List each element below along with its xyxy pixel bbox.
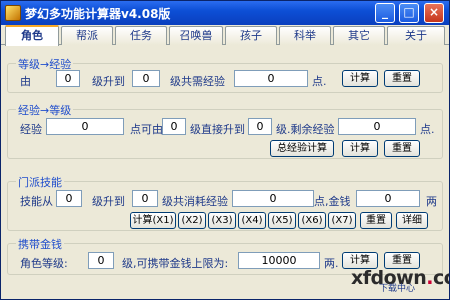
point-label: 点. — [420, 123, 435, 136]
tab-quest[interactable]: 任务 — [115, 26, 167, 45]
calc-button[interactable]: 计算 — [342, 70, 378, 87]
calc-x4-button[interactable]: (X4) — [238, 212, 266, 229]
tab-summon[interactable]: 召唤兽 — [169, 26, 223, 45]
reset-button[interactable]: 重置 — [384, 140, 420, 157]
need-exp-label: 级共需经验 — [170, 75, 225, 88]
exp-label: 经验 — [20, 123, 42, 136]
remain-exp-output[interactable] — [338, 118, 416, 135]
app-icon — [5, 5, 21, 21]
to-level-input[interactable] — [132, 70, 160, 87]
need-exp-output[interactable] — [234, 70, 308, 87]
skill-from-input[interactable] — [56, 190, 82, 207]
exp-to-level-group: 经验→等级 经验 点可由 级直接升到 级.剩余经验 点. 总经验计算 计算 重置 — [7, 102, 443, 159]
from-label: 点可由 — [130, 123, 163, 136]
calc-x5-button[interactable]: (X5) — [268, 212, 296, 229]
unit-label: 两. — [324, 257, 339, 270]
close-button[interactable]: × — [424, 3, 444, 23]
money-output[interactable] — [356, 190, 420, 207]
tab-faction[interactable]: 帮派 — [61, 26, 113, 45]
consume-exp-output[interactable] — [232, 190, 314, 207]
window-title: 梦幻多功能计算器v4.08版 — [25, 7, 171, 21]
calc-x6-button[interactable]: (X6) — [298, 212, 326, 229]
group-legend: 门派技能 — [16, 174, 64, 190]
level-to-exp-group: 等级→经验 由 级升到 级共需经验 点. 计算 重置 — [7, 56, 443, 93]
consume-exp-label: 级共消耗经验 — [162, 195, 228, 208]
tab-other[interactable]: 其它 — [333, 26, 385, 45]
reset-button[interactable]: 重置 — [360, 212, 392, 229]
exp-input[interactable] — [46, 118, 124, 135]
calc-x3-button[interactable]: (X3) — [208, 212, 236, 229]
reset-button[interactable]: 重置 — [384, 70, 420, 87]
money-label: 点,金钱 — [314, 195, 351, 208]
remain-exp-label: 级.剩余经验 — [276, 123, 335, 136]
skill-to-input[interactable] — [132, 190, 158, 207]
total-exp-button[interactable]: 总经验计算 — [270, 140, 334, 157]
calc-x1-button[interactable]: 计算(X1) — [130, 212, 176, 229]
to-label: 级升到 — [92, 75, 125, 88]
role-level-label: 角色等级: — [20, 257, 68, 270]
tab-role[interactable]: 角色 — [5, 25, 59, 46]
detail-button[interactable]: 详细 — [396, 212, 428, 229]
app-window: 梦幻多功能计算器v4.08版 _ □ × 角色 帮派 任务 召唤兽 孩子 科举 … — [0, 0, 450, 300]
minimize-button[interactable]: _ — [375, 3, 395, 23]
group-legend: 携带金钱 — [16, 236, 64, 252]
watermark-subtitle: 下载中心 — [379, 284, 416, 294]
to-level-output[interactable] — [248, 118, 272, 135]
point-label: 点. — [312, 75, 327, 88]
skill-from-label: 技能从 — [20, 195, 53, 208]
maximize-button[interactable]: □ — [399, 3, 419, 23]
to-label: 级升到 — [92, 195, 125, 208]
faction-skill-group: 门派技能 技能从 级升到 级共消耗经验 点,金钱 两 计算(X1) (X2) (… — [7, 174, 443, 231]
tab-exam[interactable]: 科举 — [279, 26, 331, 45]
tab-about[interactable]: 关于 — [387, 26, 445, 45]
from-level-input[interactable] — [56, 70, 80, 87]
role-level-input[interactable] — [88, 252, 114, 269]
unit-label: 两 — [426, 195, 437, 208]
tab-child[interactable]: 孩子 — [225, 26, 277, 45]
direct-up-label: 级直接升到 — [190, 123, 245, 136]
money-limit-output[interactable] — [238, 252, 320, 269]
calc-x7-button[interactable]: (X7) — [328, 212, 356, 229]
tab-bar: 角色 帮派 任务 召唤兽 孩子 科举 其它 关于 — [1, 25, 449, 46]
limit-label: 级,可携带金钱上限为: — [122, 257, 229, 270]
from-label: 由 — [20, 75, 31, 88]
calc-button[interactable]: 计算 — [342, 140, 378, 157]
group-legend: 经验→等级 — [16, 102, 74, 118]
from-level-input[interactable] — [162, 118, 186, 135]
calc-x2-button[interactable]: (X2) — [178, 212, 206, 229]
title-bar[interactable]: 梦幻多功能计算器v4.08版 _ □ × — [1, 1, 449, 25]
